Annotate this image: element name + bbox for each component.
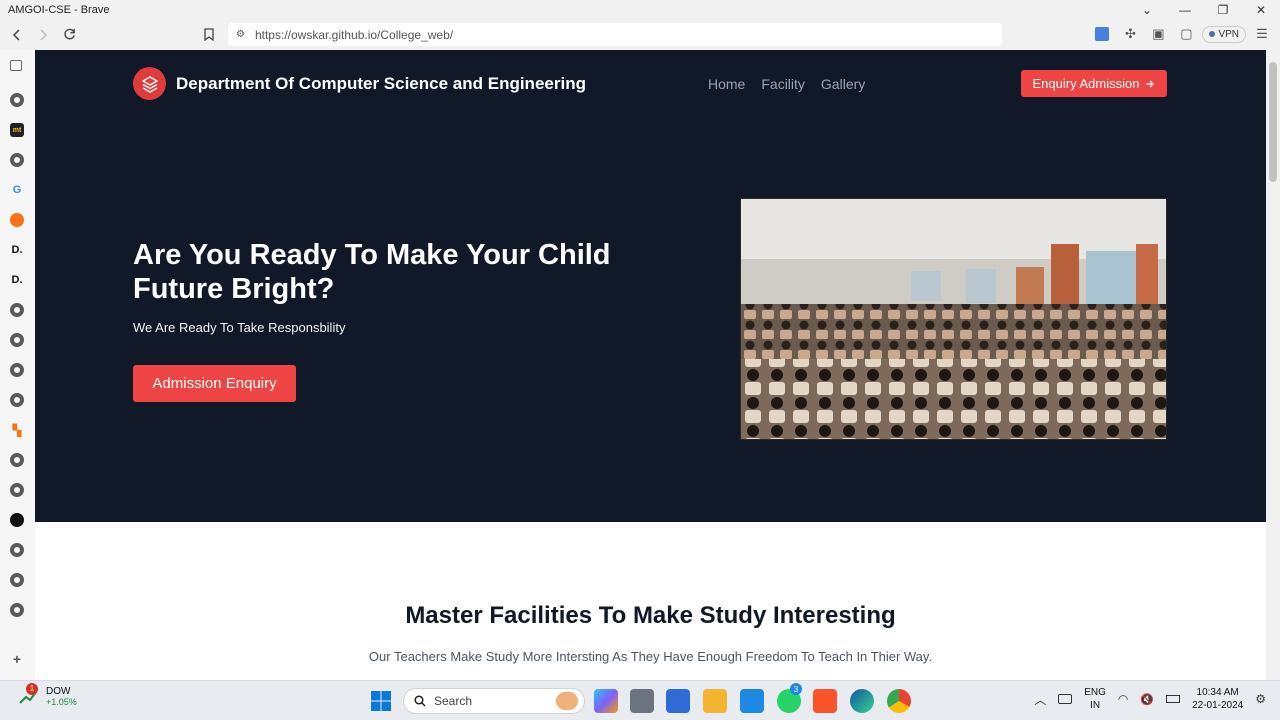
- region-code: IN: [1090, 700, 1101, 711]
- search-icon: [414, 695, 426, 707]
- mt-icon[interactable]: mt: [10, 123, 24, 137]
- toolbar-right: ✣ ▣ ▢ VPN ☰: [1090, 22, 1274, 46]
- forward-button[interactable]: [30, 22, 56, 48]
- whatsapp-badge: 3: [790, 683, 802, 695]
- windows-taskbar: 1 DOW +1.05% Search 3 ︿ ENG IN ◠ 🔇 10:34…: [0, 680, 1280, 720]
- enquiry-admission-button[interactable]: Enquiry Admission: [1021, 70, 1167, 97]
- site-brand[interactable]: Department Of Computer Science and Engin…: [133, 67, 586, 100]
- tray-app-icon[interactable]: [1058, 694, 1073, 704]
- orange-tool-icon[interactable]: ▚: [10, 423, 24, 437]
- globe-icon[interactable]: [10, 453, 24, 467]
- window-title: AMGOI-CSE - Brave: [8, 3, 110, 16]
- browser-sidebar: mt G D. D. ▚ +: [0, 50, 35, 680]
- sidebar-panel-icon[interactable]: [10, 60, 22, 71]
- clock-time: 10:34 AM: [1196, 687, 1239, 698]
- globe-icon[interactable]: [10, 303, 24, 317]
- stock-chart-icon: 1: [18, 682, 38, 707]
- site-settings-icon[interactable]: ⚙: [236, 29, 245, 40]
- whatsapp-icon[interactable]: 3: [777, 683, 802, 713]
- stocks-widget[interactable]: 1 DOW +1.05%: [18, 682, 77, 707]
- system-tray: ︿ ENG IN ◠ 🔇 10:34 AM 22-01-2024 ⚙: [1034, 686, 1266, 712]
- globe-icon[interactable]: [10, 93, 24, 107]
- brave-icon[interactable]: [813, 689, 837, 713]
- chrome-icon[interactable]: [887, 689, 911, 713]
- search-highlight-icon: [556, 692, 578, 710]
- vscode-icon[interactable]: [740, 689, 764, 713]
- search-placeholder: Search: [434, 694, 473, 708]
- menu-icon[interactable]: ☰: [1250, 22, 1274, 46]
- vpn-status-icon: [1209, 31, 1216, 37]
- arrow-right-icon: [1146, 80, 1155, 87]
- nav-home[interactable]: Home: [708, 76, 745, 92]
- nav-gallery[interactable]: Gallery: [821, 76, 865, 92]
- extensions-icon[interactable]: ✣: [1118, 22, 1142, 46]
- address-bar[interactable]: ⚙ https://owskar.github.io/College_web/: [228, 23, 1002, 46]
- google-icon[interactable]: G: [10, 183, 24, 197]
- brand-name: Department Of Computer Science and Engin…: [176, 73, 586, 93]
- chevron-up-icon[interactable]: ︿: [1034, 691, 1046, 708]
- language-code: ENG: [1084, 687, 1106, 698]
- back-button[interactable]: [4, 22, 30, 48]
- window-title-bar: AMGOI-CSE - Brave ⌄ — ❐ ✕: [0, 0, 1280, 19]
- wifi-icon[interactable]: ◠: [1118, 692, 1128, 706]
- hero-section: Department Of Computer Science and Engin…: [35, 50, 1266, 522]
- browser-toolbar: ⚙ https://owskar.github.io/College_web/ …: [0, 19, 1280, 50]
- globe-icon[interactable]: [10, 543, 24, 557]
- taskbar-search[interactable]: Search: [403, 688, 585, 714]
- globe-icon[interactable]: [10, 393, 24, 407]
- language-indicator[interactable]: ENG IN: [1084, 686, 1106, 712]
- stock-title: DOW: [46, 686, 71, 697]
- globe-icon[interactable]: [10, 153, 24, 167]
- restore-button[interactable]: ❐: [1204, 0, 1242, 19]
- admission-enquiry-button[interactable]: Admission Enquiry: [133, 365, 296, 402]
- clock-date: 22-01-2024: [1192, 700, 1244, 711]
- globe-icon[interactable]: [10, 603, 24, 617]
- close-button[interactable]: ✕: [1242, 0, 1280, 19]
- scrollbar-thumb[interactable]: [1269, 62, 1277, 182]
- orange-app-icon[interactable]: [10, 213, 24, 227]
- edge-icon[interactable]: [850, 689, 874, 713]
- add-icon[interactable]: +: [10, 651, 24, 667]
- main-nav: Home Facility Gallery: [708, 76, 865, 92]
- layers-logo-icon: [133, 67, 166, 100]
- stock-value: +1.05%: [46, 697, 77, 707]
- classroom-photo: [740, 198, 1167, 440]
- vpn-button[interactable]: VPN: [1202, 25, 1246, 43]
- file-explorer-icon[interactable]: [703, 689, 727, 713]
- translate-icon[interactable]: [1090, 22, 1114, 46]
- dev-icon[interactable]: D.: [10, 273, 24, 287]
- enquiry-admission-label: Enquiry Admission: [1032, 76, 1140, 91]
- notifications-icon[interactable]: ⚙: [1255, 692, 1266, 706]
- web-page: Department Of Computer Science and Engin…: [35, 50, 1266, 680]
- copilot-icon[interactable]: [594, 689, 618, 713]
- tab-list-icon[interactable]: ⌄: [1128, 0, 1166, 19]
- hero-subtitle: We Are Ready To Take Responsbility: [133, 320, 346, 335]
- wallet-icon[interactable]: ▢: [1174, 22, 1198, 46]
- globe-icon[interactable]: [10, 483, 24, 497]
- sidebar-toggle-icon[interactable]: ▣: [1146, 22, 1170, 46]
- reload-button[interactable]: [56, 22, 82, 48]
- facilities-subtitle: Our Teachers Make Study More Intersting …: [368, 649, 933, 664]
- nav-facility[interactable]: Facility: [761, 76, 805, 92]
- vpn-label: VPN: [1218, 28, 1239, 40]
- facilities-title: Master Facilities To Make Study Interest…: [405, 602, 896, 629]
- globe-icon[interactable]: [10, 573, 24, 587]
- globe-icon[interactable]: [10, 363, 24, 377]
- globe-icon[interactable]: [10, 333, 24, 347]
- task-view-icon[interactable]: [630, 689, 654, 713]
- github-icon[interactable]: [10, 513, 24, 527]
- windows-start-icon[interactable]: [369, 689, 393, 713]
- battery-icon[interactable]: [1166, 695, 1181, 703]
- page-scrollbar[interactable]: [1266, 50, 1280, 680]
- dev-icon[interactable]: D.: [10, 243, 24, 257]
- hero-title: Are You Ready To Make Your Child Future …: [133, 239, 611, 305]
- minimize-button[interactable]: —: [1166, 0, 1204, 19]
- clock[interactable]: 10:34 AM 22-01-2024: [1192, 686, 1243, 712]
- volume-muted-icon[interactable]: 🔇: [1140, 693, 1154, 706]
- bookmark-icon[interactable]: [196, 21, 222, 47]
- store-icon[interactable]: [666, 689, 690, 713]
- url-text: https://owskar.github.io/College_web/: [254, 27, 454, 42]
- notification-badge: 1: [26, 682, 38, 695]
